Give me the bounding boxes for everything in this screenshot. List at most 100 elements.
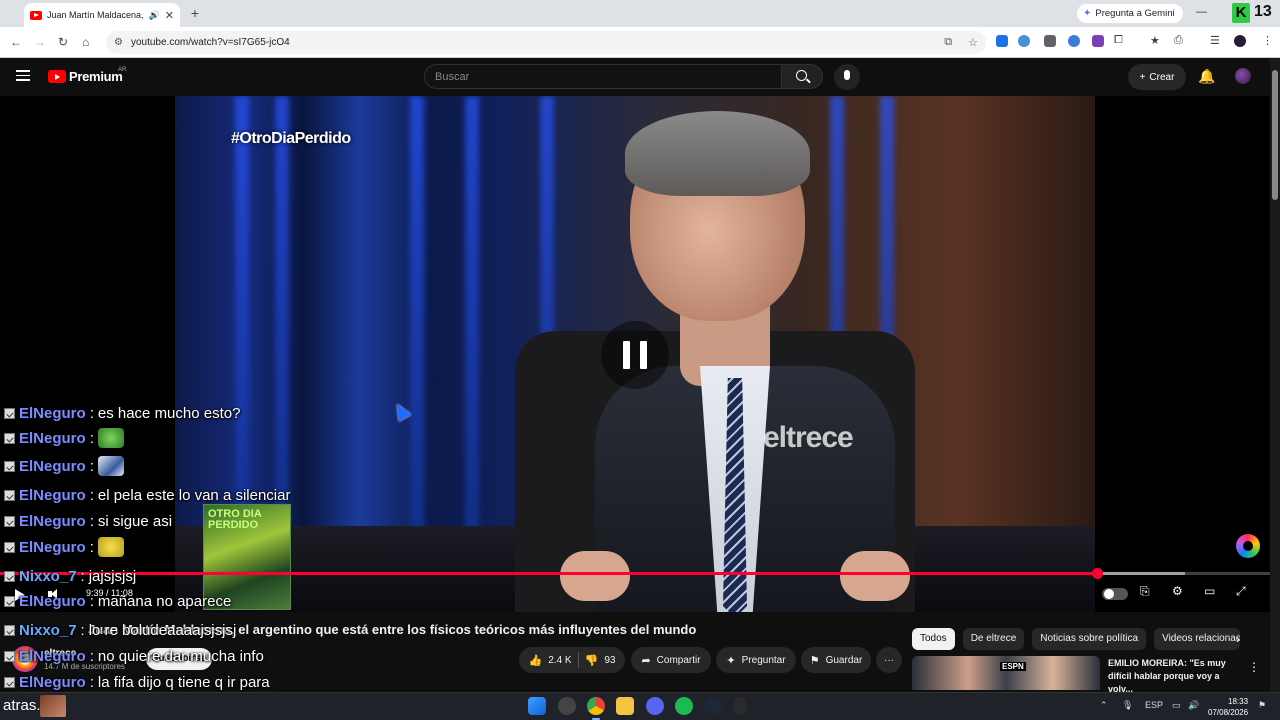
subtitles-icon[interactable]: ⎘ [1140,584,1150,599]
create-button[interactable]: + Crear [1128,64,1186,90]
volume-tray-icon[interactable]: 🔊 [1188,700,1199,711]
address-bar[interactable]: ⚙ youtube.com/watch?v=sI7G65-jcO4 ⧉ ☆ [106,31,986,54]
discord-icon[interactable] [646,697,664,715]
speaker-icon[interactable]: 🔊 [149,10,160,21]
chat-username: ElNeguro [19,538,86,556]
chat-username: ElNeguro [19,647,86,665]
system-clock[interactable]: 18:33 07/08/2026 [1208,696,1248,718]
tab-title: Juan Martín Maldacena, el ... [47,10,144,20]
thumbs-down-icon[interactable]: 👎 [585,654,599,667]
more-actions-button[interactable]: ··· [876,647,902,673]
video-player[interactable]: eltrece #OtroDiaPerdido OTRO DIA PERDIDO… [0,96,1270,612]
share-button[interactable]: ➦ Compartir [631,647,711,673]
share-arrow-icon: ➦ [641,654,651,667]
minimize-button[interactable]: — [1196,6,1207,18]
language-indicator[interactable]: ESP [1145,700,1163,710]
chat-badge-icon [4,676,15,688]
autoplay-toggle[interactable] [1102,588,1128,600]
extension-icon[interactable] [1068,35,1080,47]
bookmarks-icon[interactable]: ★ [1150,34,1160,47]
filter-chip[interactable]: De eltrece [962,628,1025,650]
chat-badge-icon [4,515,15,527]
chat-separator: : [89,404,94,422]
dislike-count[interactable]: 93 [604,655,615,666]
reading-list-icon[interactable]: ☰ [1210,34,1220,47]
search-input[interactable]: Buscar [424,64,782,89]
chrome-menu-icon[interactable]: ⋮ [1262,34,1273,47]
channel-branding-icon[interactable] [1236,534,1260,558]
home-icon[interactable]: ⌂ [82,35,89,49]
spotify-icon[interactable] [675,697,693,715]
progress-bar[interactable] [0,568,1270,579]
new-tab-button[interactable]: + [186,5,204,23]
back-icon[interactable]: ← [10,35,22,49]
filter-chip[interactable]: Noticias sobre política [1032,628,1147,650]
taskbar-thumbnail[interactable] [40,695,66,717]
account-avatar[interactable] [1235,68,1251,84]
save-button[interactable]: ⚑ Guardar [801,647,871,673]
like-count[interactable]: 2.4 K [548,655,571,666]
bookmark-star-icon[interactable]: ☆ [968,36,978,49]
microphone-tray-icon[interactable]: 🎙 [1122,700,1133,711]
steam-icon[interactable] [704,697,722,715]
chat-username: ElNeguro [19,673,86,691]
kebab-menu-icon[interactable]: ⋮ [1248,660,1260,674]
page-scrollbar[interactable] [1270,58,1280,692]
notification-icon[interactable]: ⚑ [1258,700,1266,711]
chat-badge-icon [4,407,15,419]
chrome-taskbar-icon[interactable] [587,697,605,715]
divider [577,652,579,668]
search-taskbar-icon[interactable] [558,697,576,715]
install-app-icon[interactable]: ⧉ [944,36,952,49]
chat-username: ElNeguro [19,404,86,422]
reload-icon[interactable]: ↻ [58,35,68,49]
recommendation-title[interactable]: EMILIO MOREIRA: "Es muy difícil hablar p… [1108,657,1246,696]
fullscreen-icon[interactable]: ⤢ [1236,584,1246,599]
app-icon[interactable] [734,697,746,715]
hamburger-menu-icon[interactable] [16,70,30,81]
extension-icon[interactable] [1018,35,1030,47]
extension-icon[interactable] [1092,35,1104,47]
site-info-icon[interactable]: ⚙ [114,37,123,48]
plus-icon: + [1139,71,1146,83]
chat-message: ElNeguro: es hace mucho esto? [4,403,240,423]
scrollbar-thumb[interactable] [1272,70,1278,200]
youtube-logo-icon[interactable] [48,70,66,83]
browser-tab[interactable]: Juan Martín Maldacena, el ... 🔊 ✕ [24,3,180,27]
thumbs-up-icon[interactable]: 👍 [529,654,543,667]
recommendation-thumbnail[interactable]: ESPN [912,656,1100,690]
microphone-icon[interactable] [834,64,860,90]
extensions-puzzle-icon[interactable]: ⧠ [1114,34,1123,47]
windows-start-icon[interactable] [528,697,546,715]
chat-message: ElNeguro: [4,428,124,448]
chevron-right-icon[interactable]: › [1236,632,1240,646]
chat-separator: : [89,486,94,504]
presenter-hand [560,551,630,601]
youtube-masthead: Premium AR Buscar + Crear 🔔 [0,58,1280,96]
theater-mode-icon[interactable]: ▭ [1204,584,1215,598]
file-explorer-icon[interactable] [616,697,634,715]
tray-chevron-icon[interactable]: ⌃ [1100,700,1108,711]
chat-message: ElNeguro: el pela este lo van a silenciar [4,485,290,505]
profile-avatar-icon[interactable] [1234,35,1246,47]
gemini-button[interactable]: ✦ Pregunta a Gemini [1077,4,1183,23]
search-icon[interactable] [781,64,823,89]
forward-icon[interactable]: → [34,35,46,49]
played-bar [0,572,1098,575]
ask-button[interactable]: ✦ Preguntar [716,647,796,673]
notifications-bell-icon[interactable]: 🔔 [1198,68,1215,85]
network-icon[interactable]: ▭ [1172,700,1181,711]
ask-label: Preguntar [741,654,786,666]
filter-chip[interactable]: Todos [912,628,955,650]
settings-gear-icon[interactable]: ⚙ [1172,584,1183,598]
country-code: AR [118,67,127,73]
scrubber-handle[interactable] [1092,568,1104,579]
extension-icon[interactable] [1044,35,1056,47]
youtube-premium-wordmark[interactable]: Premium [69,69,123,84]
tab-close-button[interactable]: ✕ [165,9,174,22]
save-page-icon[interactable]: ⎙ [1174,34,1183,47]
filter-chip[interactable]: Videos relacionados [1154,628,1241,650]
pause-icon[interactable] [601,321,669,389]
overlay-hashtag: #OtroDiaPerdido [231,130,351,147]
extension-icon[interactable] [996,35,1008,47]
